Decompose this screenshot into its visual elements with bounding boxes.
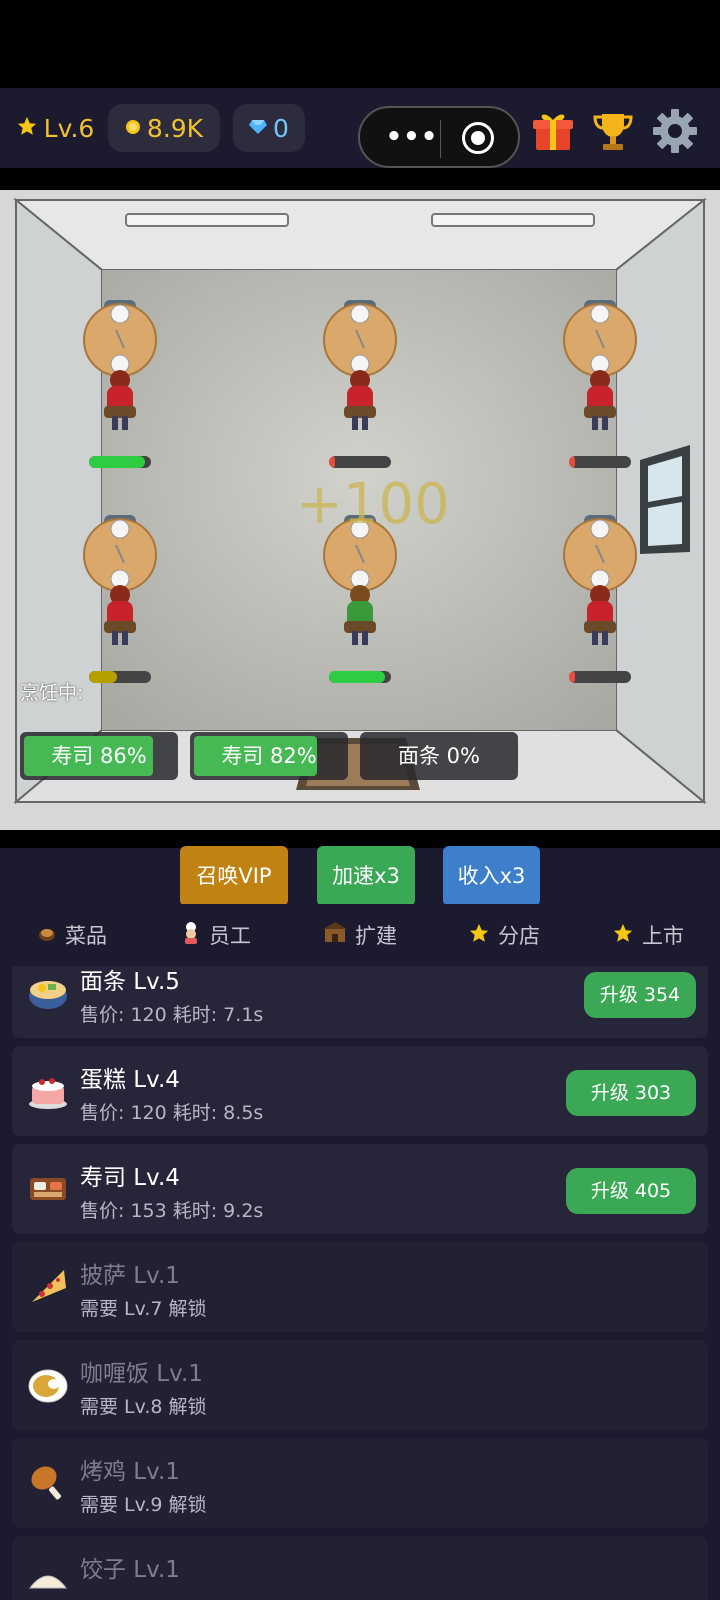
tab-label: 上市 xyxy=(642,924,684,948)
bottom-tab-bar: 菜品 员工 扩建 分店 上市 xyxy=(0,904,720,966)
upgrade-button[interactable]: 升级 354 xyxy=(584,972,696,1018)
level-label: Lv.6 xyxy=(43,113,95,143)
dish-name: 咖喱饭 Lv.1 xyxy=(80,1361,203,1387)
noodle-bowl-icon xyxy=(26,970,70,1014)
dish-icon xyxy=(37,923,57,948)
dish-details: 需要 Lv.7 解锁 xyxy=(80,1298,207,1320)
coin-display[interactable]: 8.9K xyxy=(108,104,220,152)
gear-icon[interactable] xyxy=(652,108,698,154)
cooking-slot-label: 面条 0% xyxy=(398,744,480,768)
dish-name: 面条 Lv.5 xyxy=(80,969,180,995)
dish-name: 饺子 Lv.1 xyxy=(80,1557,180,1583)
dumpling-icon xyxy=(26,1558,70,1600)
gem-display[interactable]: 0 xyxy=(233,104,305,152)
sushi-icon xyxy=(26,1166,70,1210)
table-progress-bar xyxy=(89,671,151,683)
dish-details: 售价: 153 耗时: 9.2s xyxy=(80,1200,264,1222)
curry-icon xyxy=(26,1362,70,1406)
chef-icon xyxy=(181,921,201,949)
cooking-slot: 寿司 86% xyxy=(20,732,178,780)
income-popup-text: +100 xyxy=(296,472,450,537)
close-target-icon[interactable] xyxy=(462,122,494,154)
restaurant-scene[interactable]: +100 烹饪中: 寿司 86% 寿司 82% 面条 0% xyxy=(0,190,720,830)
chicken-leg-icon xyxy=(26,1460,70,1504)
upgrade-button[interactable]: 升级 303 xyxy=(566,1070,696,1116)
dish-row[interactable]: 披萨 Lv.1 需要 Lv.7 解锁 xyxy=(12,1242,708,1332)
income-boost-button[interactable]: 收入x3 xyxy=(443,846,540,906)
tab-label: 扩建 xyxy=(355,924,397,948)
cooking-slot-label: 寿司 82% xyxy=(221,744,317,768)
table-progress-bar xyxy=(89,456,151,468)
cooking-slot: 寿司 82% xyxy=(190,732,348,780)
dish-row[interactable]: 寿司 Lv.4 售价: 153 耗时: 9.2s 升级 405 xyxy=(12,1144,708,1234)
star-icon xyxy=(612,922,634,949)
gift-icon[interactable] xyxy=(530,108,576,154)
dish-row[interactable]: 烤鸡 Lv.1 需要 Lv.9 解锁 xyxy=(12,1438,708,1528)
top-bar: Lv.6 8.9K 0 ••• xyxy=(0,88,720,168)
dish-details: 售价: 120 耗时: 7.1s xyxy=(80,1004,264,1026)
tab-label: 分店 xyxy=(498,924,540,948)
dish-details: 售价: 120 耗时: 8.5s xyxy=(80,1102,264,1124)
dish-name: 烤鸡 Lv.1 xyxy=(80,1459,180,1485)
gem-amount: 0 xyxy=(273,113,289,143)
tab-branches[interactable]: 分店 xyxy=(432,904,576,966)
trophy-icon[interactable] xyxy=(590,108,636,154)
level-display: Lv.6 xyxy=(10,104,100,152)
cooking-slot-label: 寿司 86% xyxy=(51,744,147,768)
tab-expand[interactable]: 扩建 xyxy=(288,904,432,966)
dish-details: 需要 Lv.8 解锁 xyxy=(80,1396,207,1418)
speed-boost-button[interactable]: 加速x3 xyxy=(317,846,415,906)
dish-row[interactable]: 蛋糕 Lv.4 售价: 120 耗时: 8.5s 升级 303 xyxy=(12,1046,708,1136)
tab-dishes[interactable]: 菜品 xyxy=(0,904,144,966)
summon-vip-button[interactable]: 召唤VIP xyxy=(180,846,288,906)
coin-icon xyxy=(125,116,141,140)
capsule-divider xyxy=(440,120,441,158)
table-progress-bar xyxy=(569,671,631,683)
table-progress-bar xyxy=(569,456,631,468)
table-progress-bar xyxy=(329,456,391,468)
dish-row[interactable]: 咖喱饭 Lv.1 需要 Lv.8 解锁 xyxy=(12,1340,708,1430)
dish-details: 需要 Lv.9 解锁 xyxy=(80,1494,207,1516)
dish-name: 蛋糕 Lv.4 xyxy=(80,1067,180,1093)
more-dots-icon[interactable]: ••• xyxy=(382,122,442,152)
dish-name: 寿司 Lv.4 xyxy=(80,1165,180,1191)
diamond-icon xyxy=(249,116,268,140)
dish-row[interactable]: 面条 Lv.5 售价: 120 耗时: 7.1s 升级 354 xyxy=(12,966,708,1038)
star-icon xyxy=(468,922,490,949)
coin-amount: 8.9K xyxy=(146,113,204,143)
cooking-label: 烹饪中: xyxy=(20,682,84,704)
building-icon xyxy=(323,921,347,949)
cooking-slot: 面条 0% xyxy=(360,732,518,780)
table-progress-bar xyxy=(329,671,391,683)
tab-label: 菜品 xyxy=(65,924,107,948)
upgrade-button[interactable]: 升级 405 xyxy=(566,1168,696,1214)
cake-icon xyxy=(26,1068,70,1112)
pizza-icon xyxy=(26,1264,70,1308)
mini-program-capsule: ••• xyxy=(358,106,520,168)
dish-name: 披萨 Lv.1 xyxy=(80,1263,180,1289)
tab-staff[interactable]: 员工 xyxy=(144,904,288,966)
tab-label: 员工 xyxy=(209,924,251,948)
tab-ipo[interactable]: 上市 xyxy=(576,904,720,966)
star-icon xyxy=(16,115,38,142)
dish-row[interactable]: 饺子 Lv.1 xyxy=(12,1536,708,1600)
dish-list[interactable]: 面条 Lv.5 售价: 120 耗时: 7.1s 升级 354 蛋糕 Lv.4 售价: … xyxy=(0,966,720,1600)
